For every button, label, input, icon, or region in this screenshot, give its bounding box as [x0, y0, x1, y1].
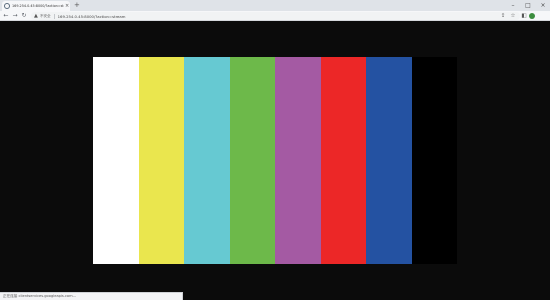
browser-toolbar: ← → ↻ ▲ 不安全 169.254.0.45:8000/?action=st…: [0, 11, 550, 21]
security-label[interactable]: 不安全: [40, 14, 51, 19]
close-window-button[interactable]: ×: [538, 0, 548, 11]
share-icon[interactable]: ⇪: [499, 11, 507, 21]
color-bar-test-pattern: [93, 57, 457, 264]
url-text[interactable]: 169.254.0.45:8000/?action=stream: [58, 14, 126, 19]
minimize-button[interactable]: –: [508, 0, 518, 11]
color-bar-7: [366, 57, 412, 264]
profile-avatar[interactable]: [529, 13, 535, 19]
color-bar-1: [93, 57, 139, 264]
side-panel-icon[interactable]: ◧: [520, 11, 528, 21]
color-bar-2: [138, 57, 184, 264]
warning-icon[interactable]: ▲: [34, 12, 38, 20]
address-divider: [53, 13, 55, 19]
forward-button[interactable]: →: [11, 11, 19, 21]
browser-window: 169.254.0.45:8000/?action=stream × + – □…: [0, 0, 550, 300]
bookmark-star-icon[interactable]: ☆: [509, 11, 517, 21]
back-button[interactable]: ←: [2, 11, 10, 21]
title-bar: 169.254.0.45:8000/?action=stream × + – □…: [0, 0, 550, 11]
reload-button[interactable]: ↻: [20, 11, 28, 21]
address-bar[interactable]: ▲ 不安全 169.254.0.45:8000/?action=stream: [31, 12, 520, 20]
new-tab-button[interactable]: +: [74, 1, 80, 10]
page-content: [0, 21, 550, 300]
loading-icon: [4, 3, 10, 9]
color-bar-3: [184, 57, 230, 264]
maximize-button[interactable]: □: [523, 0, 533, 11]
color-bar-4: [229, 57, 275, 264]
browser-tab[interactable]: 169.254.0.45:8000/?action=stream ×: [2, 1, 70, 11]
color-bar-6: [320, 57, 366, 264]
tab-title: 169.254.0.45:8000/?action=stream: [12, 4, 64, 8]
color-bar-5: [275, 57, 321, 264]
window-controls: – □ ×: [503, 0, 548, 11]
tab-close-icon[interactable]: ×: [65, 3, 69, 9]
status-bubble: 正在连接 clientservices.googleapis.com...: [0, 292, 183, 300]
color-bar-8: [411, 57, 457, 264]
